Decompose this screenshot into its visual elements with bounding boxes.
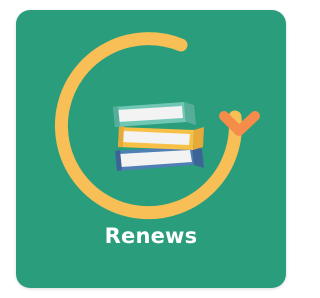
- renew-books-icon: [16, 10, 286, 230]
- tile-label: Renews: [104, 224, 198, 248]
- renew-arrow: [54, 32, 242, 220]
- renews-tile[interactable]: Renews: [16, 10, 286, 288]
- book-middle: [118, 126, 204, 150]
- book-top: [113, 102, 196, 127]
